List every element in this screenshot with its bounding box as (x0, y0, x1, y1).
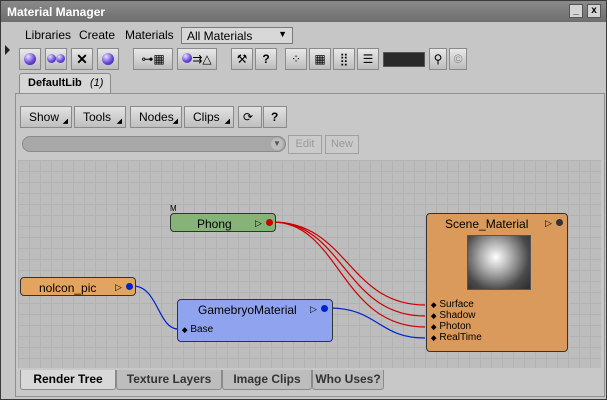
nolcon-output-port[interactable] (126, 283, 133, 290)
menu-libraries[interactable]: Libraries (25, 28, 71, 42)
merge-icon[interactable] (45, 48, 67, 70)
gamebryo-output-port[interactable] (321, 305, 328, 312)
port-base[interactable]: ◆ Base (182, 324, 213, 335)
update-icon[interactable]: ⟳ (238, 106, 262, 128)
render-tree-canvas[interactable]: M Phong ▷ nolcon_pic ▷ GamebryoMaterial … (18, 160, 601, 368)
nolcon-node-title: nolcon_pic (39, 281, 97, 295)
library-count: (1) (90, 77, 104, 89)
color-swatch[interactable] (383, 52, 425, 67)
tab-texture-layers[interactable]: Texture Layers (116, 370, 222, 390)
new-material-icon[interactable] (19, 48, 41, 70)
render-icon[interactable]: ⚒ (231, 48, 253, 70)
scene-material-node[interactable]: Scene_Material ▷ ◆ Surface ◆ Shadow ◆ Photo… (426, 213, 568, 352)
render-tree-help-icon[interactable]: ? (263, 106, 287, 128)
output-arrow-icon: ▷ (310, 304, 317, 314)
add-icon[interactable] (97, 48, 119, 70)
wire-nolcon-base (132, 285, 179, 330)
view-dense-icon[interactable]: ⣿ (333, 48, 355, 70)
nolcon-pic-node[interactable]: nolcon_pic ▷ (20, 277, 136, 296)
material-manager-window: Material Manager _ x Libraries Create Ma… (0, 0, 607, 400)
phong-node-title: Phong (197, 217, 232, 231)
view-grid-icon[interactable]: ▦ (309, 48, 331, 70)
output-arrow-icon: ▷ (545, 218, 552, 228)
clear-icon[interactable]: © (449, 48, 467, 70)
path-field[interactable]: ▼ (22, 136, 286, 152)
materials-filter-value: All Materials (187, 29, 253, 43)
port-shadow[interactable]: ◆ Shadow (431, 310, 476, 321)
title-bar[interactable]: Material Manager _ x (1, 1, 606, 22)
tab-image-clips[interactable]: Image Clips (222, 370, 312, 390)
port-photon[interactable]: ◆ Photon (431, 321, 471, 332)
port-surface[interactable]: ◆ Surface (431, 299, 474, 310)
tools-menu-button[interactable]: Tools ◢ (74, 106, 126, 128)
edit-button[interactable]: Edit (288, 135, 322, 154)
tab-who-uses[interactable]: Who Uses? (312, 370, 384, 390)
scene-node-title: Scene_Material (445, 217, 529, 231)
library-name: DefaultLib (28, 77, 82, 89)
tab-defaultlib[interactable]: DefaultLib (1) (19, 73, 111, 93)
phong-node[interactable]: Phong ▷ (170, 213, 276, 232)
nodes-menu-button[interactable]: Nodes ◢ (130, 106, 182, 128)
minimize-icon[interactable]: _ (569, 4, 583, 18)
delete-icon[interactable]: ✕ (71, 48, 93, 70)
side-expand-icon[interactable] (5, 45, 10, 55)
node-flow-icon[interactable]: ⇉△ (177, 48, 217, 70)
materials-filter-dropdown[interactable]: All Materials ▼ (181, 27, 293, 44)
phong-output-port[interactable] (266, 219, 273, 226)
window-title: Material Manager (7, 5, 106, 19)
view-small-icon[interactable]: ⁘ (285, 48, 307, 70)
render-tree-panel: Show ◢ Tools ◢ Nodes ◢ Clips ◢ ⟳ ? ▼ Edit Ne… (15, 93, 605, 397)
chevron-down-icon[interactable]: ▼ (271, 138, 283, 150)
search-icon[interactable]: ⚲ (429, 48, 447, 70)
clips-menu-button[interactable]: Clips ◢ (184, 106, 234, 128)
material-preview-sphere (467, 235, 531, 290)
new-button[interactable]: New (325, 135, 359, 154)
output-arrow-icon: ▷ (255, 218, 262, 228)
connect-icon[interactable]: ⊶▦ (133, 48, 173, 70)
show-menu-button[interactable]: Show ◢ (20, 106, 72, 128)
scene-output-port[interactable] (556, 219, 563, 226)
port-realtime[interactable]: ◆ RealTime (431, 332, 482, 343)
gamebryo-node-title: GamebryoMaterial (198, 303, 297, 317)
wire-phong-surface (271, 221, 426, 306)
output-arrow-icon: ▷ (115, 282, 122, 292)
menu-create[interactable]: Create (79, 28, 115, 42)
close-icon[interactable]: x (587, 4, 601, 18)
tab-render-tree[interactable]: Render Tree (20, 370, 116, 390)
help-icon[interactable]: ? (255, 48, 277, 70)
phong-marker: M (170, 204, 177, 213)
chevron-down-icon: ▼ (278, 29, 287, 39)
view-list-icon[interactable]: ☰ (357, 48, 379, 70)
render-tree-toolbar: Show ◢ Tools ◢ Nodes ◢ Clips ◢ ⟳ ? (20, 106, 294, 130)
gamebryo-material-node[interactable]: GamebryoMaterial ▷ ◆ Base (177, 299, 333, 342)
menu-materials[interactable]: Materials (125, 28, 174, 42)
